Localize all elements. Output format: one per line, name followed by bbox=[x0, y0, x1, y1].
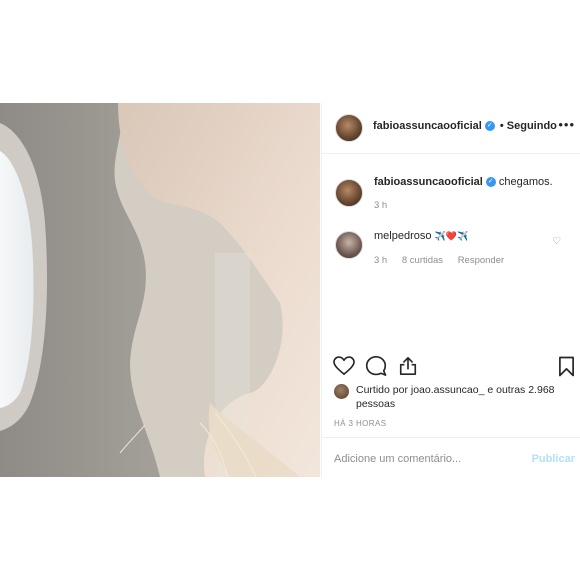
comment-text: melpedroso ✈️❤️✈️ bbox=[374, 229, 554, 243]
post-photo[interactable] bbox=[0, 103, 320, 477]
more-horizontal-icon[interactable]: ••• bbox=[558, 117, 575, 132]
post-header: fabioassuncaooficial ✓ • Seguindo ••• bbox=[322, 103, 580, 154]
caption-meta: 3 h bbox=[374, 200, 399, 211]
instagram-post: fabioassuncaooficial ✓ • Seguindo ••• fab… bbox=[0, 103, 580, 477]
action-bar bbox=[322, 356, 580, 382]
liked-by-prefix: Curtido por bbox=[356, 384, 408, 396]
comment-like-heart-icon[interactable]: ♡ bbox=[552, 236, 561, 247]
publish-button[interactable]: Publicar bbox=[532, 453, 575, 465]
heart-icon[interactable] bbox=[333, 356, 355, 376]
liked-by-text: Curtido por joao.assuncao_ e outras 2.96… bbox=[356, 383, 556, 411]
verified-badge-icon: ✓ bbox=[485, 177, 496, 188]
comment-time[interactable]: 3 h bbox=[374, 255, 387, 266]
follow-status[interactable]: • Seguindo bbox=[500, 120, 557, 132]
caption-time[interactable]: 3 h bbox=[374, 200, 387, 211]
commenter-username[interactable]: melpedroso bbox=[374, 230, 431, 242]
post-timestamp[interactable]: HÁ 3 HORAS bbox=[334, 419, 386, 428]
post-sidebar: fabioassuncaooficial ✓ • Seguindo ••• fab… bbox=[321, 103, 580, 477]
comment-bubble-icon[interactable] bbox=[365, 356, 387, 376]
commenter-avatar[interactable] bbox=[335, 231, 363, 259]
author-username[interactable]: fabioassuncaooficial bbox=[373, 120, 482, 132]
verified-badge-icon: ✓ bbox=[484, 121, 495, 132]
post-photo-illustration bbox=[0, 103, 320, 477]
comment-meta: 3 h 8 curtidas Responder bbox=[374, 255, 516, 266]
reply-button[interactable]: Responder bbox=[458, 255, 504, 266]
comment-likes[interactable]: 8 curtidas bbox=[402, 255, 443, 266]
author-username-row: fabioassuncaooficial ✓ • Seguindo bbox=[373, 120, 557, 132]
caption-body: chegamos. bbox=[498, 176, 553, 188]
comment-input[interactable]: Adicione um comentário... bbox=[334, 453, 461, 465]
comment-body: ✈️❤️✈️ bbox=[434, 231, 469, 241]
caption-text: fabioassuncaooficial ✓ chegamos. bbox=[374, 175, 554, 189]
caption-username[interactable]: fabioassuncaooficial bbox=[374, 176, 483, 188]
bookmark-icon[interactable] bbox=[558, 356, 575, 377]
add-comment-bar: Adicione um comentário... Publicar bbox=[322, 437, 580, 478]
caption-avatar[interactable] bbox=[335, 179, 363, 207]
author-avatar[interactable] bbox=[335, 114, 363, 142]
liker-avatar[interactable] bbox=[334, 384, 349, 399]
share-icon[interactable] bbox=[398, 356, 418, 376]
liked-by-user[interactable]: joao.assuncao_ bbox=[411, 384, 485, 396]
